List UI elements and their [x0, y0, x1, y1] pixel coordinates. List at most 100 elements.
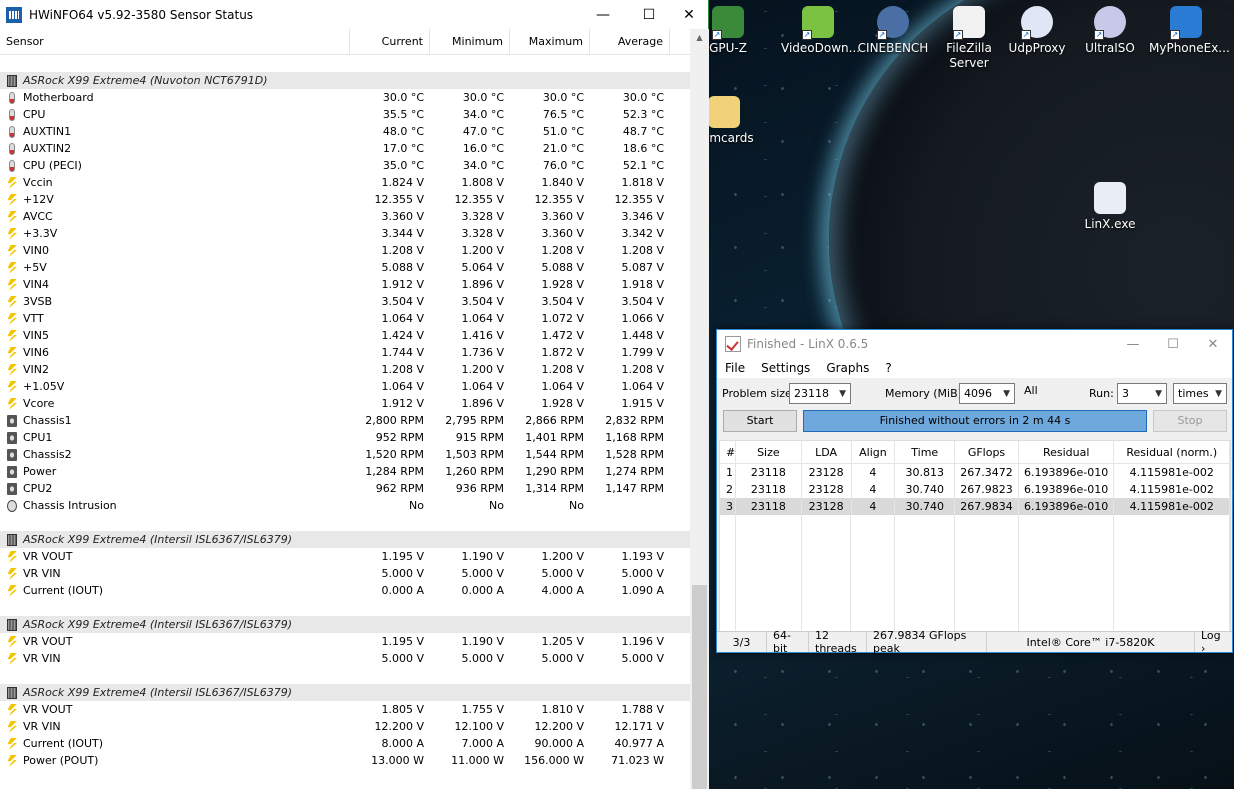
sensor-row[interactable]: +1.05V 1.064 V 1.064 V 1.064 V 1.064 V — [0, 378, 690, 395]
sensor-row[interactable]: Current (IOUT) 0.000 A 0.000 A 4.000 A 1.090… — [0, 582, 690, 599]
status-cpu: Intel® Core™ i7-5820K — [987, 632, 1195, 652]
scroll-up-icon[interactable]: ▲ — [690, 29, 709, 46]
results-row[interactable]: 2 23118 23128 4 30.740 267.9823 6.193896e-010 4… — [720, 481, 1230, 498]
fan-icon — [7, 448, 17, 461]
results-column-header[interactable]: Residual — [1019, 441, 1115, 463]
close-button[interactable]: ✕ — [666, 0, 712, 29]
results-column-header[interactable]: Residual (norm.) — [1114, 441, 1230, 463]
sensor-row[interactable]: VR VOUT 1.805 V 1.755 V 1.810 V 1.788 V — [0, 701, 690, 718]
results-cell: 4.115981e-002 — [1114, 464, 1230, 481]
desktop-icon[interactable]: ↗ VideoDown... — [781, 6, 860, 56]
sensor-row[interactable]: 3VSB 3.504 V 3.504 V 3.504 V 3.504 V — [0, 293, 690, 310]
sensor-row[interactable]: VR VOUT 1.195 V 1.190 V 1.205 V 1.196 V — [0, 633, 690, 650]
results-column-header[interactable]: Align — [852, 441, 896, 463]
sensor-row[interactable]: CPU 35.5 °C 34.0 °C 76.5 °C 52.3 °C — [0, 106, 690, 123]
sensor-group-header[interactable]: ASRock X99 Extreme4 (Intersil ISL6367/IS… — [0, 531, 690, 548]
sensor-row[interactable]: Vccin 1.824 V 1.808 V 1.840 V 1.818 V — [0, 174, 690, 191]
run-count-combo[interactable]: 3 ▼ — [1117, 383, 1167, 404]
desktop-icon[interactable]: ↗ UltraISO — [1073, 6, 1147, 56]
stop-button[interactable]: Stop — [1153, 410, 1227, 432]
all-button[interactable]: All — [1024, 384, 1038, 397]
sensor-row[interactable]: Current (IOUT) 8.000 A 7.000 A 90.000 A 40.9… — [0, 735, 690, 752]
sensor-row[interactable]: AUXTIN2 17.0 °C 16.0 °C 21.0 °C 18.6 °C — [0, 140, 690, 157]
results-column-header[interactable]: LDA — [802, 441, 852, 463]
desktop-icon[interactable]: ↗ GPU-Z — [709, 6, 765, 56]
results-column-header[interactable]: # — [720, 441, 736, 463]
thermometer-icon — [9, 91, 15, 104]
sensor-row[interactable]: Chassis Intrusion No No No — [0, 497, 690, 514]
column-header-maximum[interactable]: Maximum — [510, 29, 590, 55]
sensor-row[interactable]: +5V 5.088 V 5.064 V 5.088 V 5.087 V — [0, 259, 690, 276]
results-cell: 23128 — [802, 498, 852, 515]
results-column-header[interactable]: GFlops — [955, 441, 1019, 463]
sensor-row[interactable]: Chassis1 2,800 RPM 2,795 RPM 2,866 RPM 2,832… — [0, 412, 690, 429]
sensor-row[interactable]: VIN5 1.424 V 1.416 V 1.472 V 1.448 V — [0, 327, 690, 344]
results-column-header[interactable]: Time — [895, 441, 956, 463]
sensor-group-header[interactable]: ASRock X99 Extreme4 (Intersil ISL6367/IS… — [0, 684, 690, 701]
sensor-row[interactable]: VIN0 1.208 V 1.200 V 1.208 V 1.208 V — [0, 242, 690, 259]
linx-maximize-button[interactable]: ☐ — [1153, 330, 1193, 358]
menu-file[interactable]: File — [717, 361, 753, 375]
sensor-row[interactable]: Vcore 1.912 V 1.896 V 1.928 V 1.915 V — [0, 395, 690, 412]
empty-cell — [851, 583, 896, 600]
sensor-list[interactable]: ASRock X99 Extreme4 (Nuvoton NCT6791D) Mo… — [0, 55, 690, 789]
shortcut-arrow-icon: ↗ — [802, 30, 812, 40]
column-header-current[interactable]: Current — [350, 29, 430, 55]
sensor-row[interactable]: VR VIN 5.000 V 5.000 V 5.000 V 5.000 V — [0, 650, 690, 667]
problem-size-combo[interactable]: 23118 ▼ — [789, 383, 851, 404]
memory-combo[interactable]: 4096 ▼ — [959, 383, 1015, 404]
menu-settings[interactable]: Settings — [753, 361, 818, 375]
sensor-row[interactable]: +3.3V 3.344 V 3.328 V 3.360 V 3.342 V — [0, 225, 690, 242]
sensor-row[interactable]: VTT 1.064 V 1.064 V 1.072 V 1.066 V — [0, 310, 690, 327]
sensor-row[interactable]: VR VIN 12.200 V 12.100 V 12.200 V 12.171 V — [0, 718, 690, 735]
minimum-value: 47.0 °C — [462, 125, 504, 138]
sensor-row[interactable]: AVCC 3.360 V 3.328 V 3.360 V 3.346 V — [0, 208, 690, 225]
sensor-row[interactable]: VR VIN 5.000 V 5.000 V 5.000 V 5.000 V — [0, 565, 690, 582]
linx-close-button[interactable]: ✕ — [1193, 330, 1233, 358]
desktop-icon[interactable]: hemcards — [709, 96, 761, 146]
results-table[interactable]: # Size LDA Align Time GFlops Residual Residual … — [719, 440, 1231, 632]
fan-icon — [7, 414, 17, 427]
empty-row — [720, 532, 1230, 549]
column-header-sensor[interactable]: Sensor — [0, 29, 350, 55]
empty-cell — [955, 566, 1019, 583]
average-value: 30.0 °C — [622, 91, 664, 104]
sensor-row[interactable]: VIN6 1.744 V 1.736 V 1.872 V 1.799 V — [0, 344, 690, 361]
menu-help[interactable]: ? — [877, 361, 899, 375]
results-column-header[interactable]: Size — [736, 441, 802, 463]
hwinfo-scrollbar[interactable]: ▲ — [690, 29, 709, 789]
desktop-icon[interactable]: ↗ CINEBENCH — [856, 6, 930, 56]
sensor-row[interactable]: CPU (PECI) 35.0 °C 34.0 °C 76.0 °C 52.1 °C — [0, 157, 690, 174]
sensor-row[interactable]: Power (POUT) 13.000 W 11.000 W 156.000 W 71.… — [0, 752, 690, 769]
sensor-row[interactable]: CPU2 962 RPM 936 RPM 1,314 RPM 1,147 RPM — [0, 480, 690, 497]
desktop-icon[interactable]: ↗ FileZilla Server — [932, 6, 1006, 71]
scrollbar-thumb[interactable] — [692, 585, 707, 789]
sensor-row[interactable]: VIN4 1.912 V 1.896 V 1.928 V 1.918 V — [0, 276, 690, 293]
sensor-name: VR VIN — [23, 720, 61, 733]
sensor-row[interactable]: Power 1,284 RPM 1,260 RPM 1,290 RPM 1,274 RP… — [0, 463, 690, 480]
sensor-row[interactable]: Chassis2 1,520 RPM 1,503 RPM 1,544 RPM 1,528… — [0, 446, 690, 463]
sensor-name: AUXTIN2 — [23, 142, 72, 155]
sensor-row[interactable]: Motherboard 30.0 °C 30.0 °C 30.0 °C 30.0 °C — [0, 89, 690, 106]
desktop-icon[interactable]: ↗ MyPhoneEx... — [1149, 6, 1230, 56]
sensor-row[interactable]: VIN2 1.208 V 1.200 V 1.208 V 1.208 V — [0, 361, 690, 378]
results-row[interactable]: 3 23118 23128 4 30.740 267.9834 6.193896e-010 4… — [720, 498, 1230, 515]
log-button[interactable]: Log › — [1195, 629, 1231, 655]
results-row[interactable]: 1 23118 23128 4 30.813 267.3472 6.193896e-010 4… — [720, 464, 1230, 481]
sensor-group-header[interactable]: ASRock X99 Extreme4 (Nuvoton NCT6791D) — [0, 72, 690, 89]
sensor-row[interactable]: VR VOUT 1.195 V 1.190 V 1.200 V 1.193 V — [0, 548, 690, 565]
linx-minimize-button[interactable]: — — [1113, 330, 1153, 358]
sensor-row[interactable]: AUXTIN1 48.0 °C 47.0 °C 51.0 °C 48.7 °C — [0, 123, 690, 140]
sensor-name: Chassis1 — [23, 414, 72, 427]
run-unit-combo[interactable]: times ▼ — [1173, 383, 1227, 404]
start-button[interactable]: Start — [723, 410, 797, 432]
desktop-icon[interactable]: ↗ UdpProxy — [1000, 6, 1074, 56]
column-header-average[interactable]: Average — [590, 29, 670, 55]
sensor-row[interactable]: +12V 12.355 V 12.355 V 12.355 V 12.355 V — [0, 191, 690, 208]
sensor-row[interactable]: CPU1 952 RPM 915 RPM 1,401 RPM 1,168 RPM — [0, 429, 690, 446]
desktop-icon[interactable]: LinX.exe — [1073, 182, 1147, 232]
sensor-group-header[interactable]: ASRock X99 Extreme4 (Intersil ISL6367/IS… — [0, 616, 690, 633]
menu-graphs[interactable]: Graphs — [818, 361, 877, 375]
column-header-minimum[interactable]: Minimum — [430, 29, 510, 55]
minimize-button[interactable]: — — [580, 0, 626, 29]
